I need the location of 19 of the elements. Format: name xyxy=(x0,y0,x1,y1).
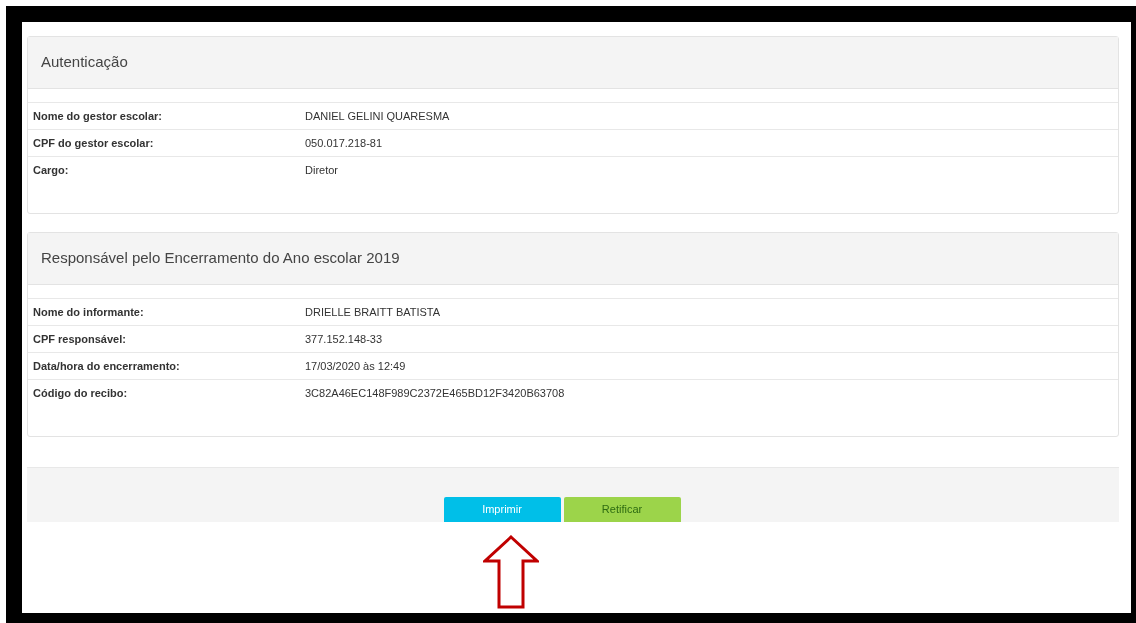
field-value: DRIELLE BRAITT BATISTA xyxy=(305,304,441,320)
action-button[interactable]: Imprimir xyxy=(443,497,561,522)
field-value: 377.152.148-33 xyxy=(305,331,383,347)
arrow-icon xyxy=(483,535,539,609)
field-label: CPF responsável: xyxy=(33,331,127,347)
field-label: CPF do gestor escolar: xyxy=(33,135,155,151)
field-label: Nome do informante: xyxy=(33,304,145,320)
action-button[interactable]: Retificar xyxy=(563,497,681,522)
field-label: Código do recibo: xyxy=(33,385,129,401)
field-value: 050.017.218-81 xyxy=(305,135,383,151)
field-label: Data/hora do encerramento: xyxy=(33,358,181,374)
field-value: 17/03/2020 às 12:49 xyxy=(305,358,406,374)
panel-title: Responsável pelo Encerramento do Ano escolar 2019 xyxy=(41,248,400,269)
field-label: Nome do gestor escolar: xyxy=(33,108,163,124)
panel-title: Autenticação xyxy=(41,52,128,73)
field-label: Cargo: xyxy=(33,162,70,178)
field-value: 3C82A46EC148F989C2372E465BD12F3420B63708 xyxy=(305,385,565,401)
field-value: Diretor xyxy=(305,162,338,178)
field-value: DANIEL GELINI QUARESMA xyxy=(305,108,450,124)
